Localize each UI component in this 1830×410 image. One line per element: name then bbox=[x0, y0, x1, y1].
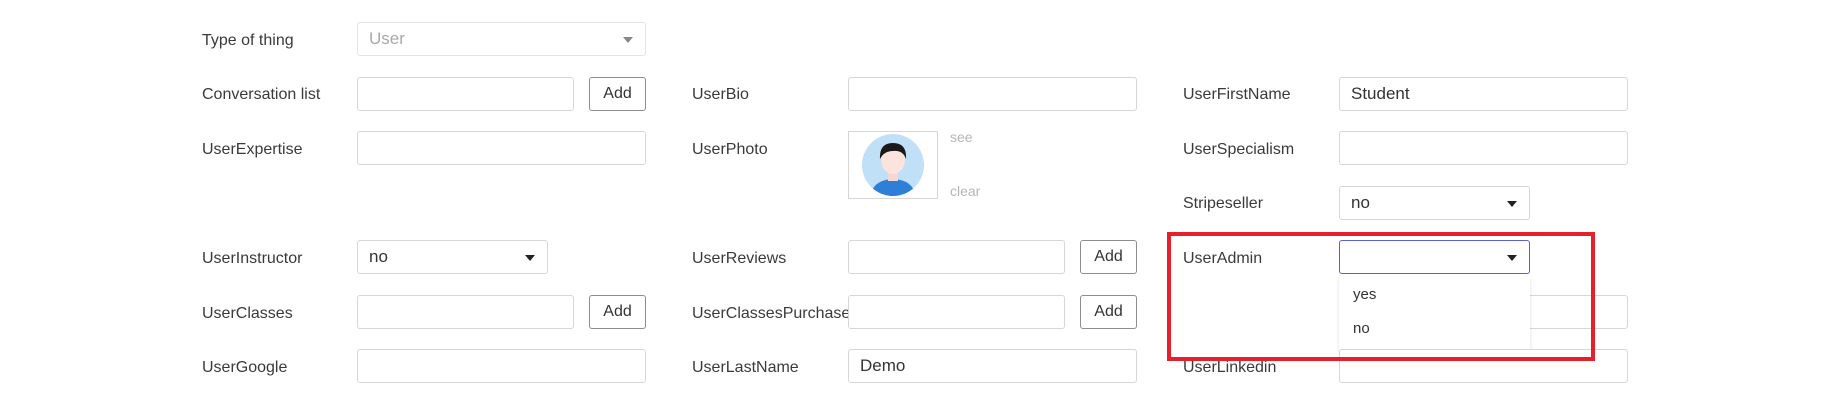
user-google-input[interactable] bbox=[357, 349, 646, 383]
user-classes-input[interactable] bbox=[357, 295, 574, 329]
user-photo-box[interactable] bbox=[848, 131, 938, 199]
user-reviews-input[interactable] bbox=[848, 240, 1065, 274]
chevron-down-icon bbox=[525, 255, 535, 261]
user-reviews-add-button[interactable]: Add bbox=[1080, 240, 1137, 274]
user-google-label: UserGoogle bbox=[202, 359, 288, 376]
conversation-list-add-button[interactable]: Add bbox=[589, 77, 646, 111]
user-first-name-input[interactable]: Student bbox=[1339, 77, 1628, 111]
conversation-list-label: Conversation list bbox=[202, 86, 321, 103]
user-classes-purchased-add-button[interactable]: Add bbox=[1080, 295, 1137, 329]
chevron-down-icon bbox=[623, 37, 633, 43]
highlight-box bbox=[1167, 232, 1595, 361]
user-last-name-input[interactable]: Demo bbox=[848, 349, 1137, 383]
user-first-name-label: UserFirstName bbox=[1183, 86, 1291, 103]
user-instructor-label: UserInstructor bbox=[202, 250, 303, 267]
user-classes-purchased-label: UserClassesPurchased bbox=[692, 305, 860, 322]
user-last-name-label: UserLastName bbox=[692, 359, 799, 376]
user-classes-purchased-input[interactable] bbox=[848, 295, 1065, 329]
user-specialism-label: UserSpecialism bbox=[1183, 141, 1295, 158]
user-bio-input[interactable] bbox=[848, 77, 1137, 111]
type-of-thing-value: User bbox=[369, 29, 405, 48]
stripeseller-value: no bbox=[1351, 193, 1370, 212]
user-reviews-label: UserReviews bbox=[692, 250, 787, 267]
stripeseller-label: Stripeseller bbox=[1183, 195, 1264, 212]
user-specialism-input[interactable] bbox=[1339, 131, 1628, 165]
user-expertise-input[interactable] bbox=[357, 131, 646, 165]
user-instructor-value: no bbox=[369, 247, 388, 266]
user-instructor-select[interactable]: no bbox=[357, 240, 548, 274]
user-expertise-label: UserExpertise bbox=[202, 141, 303, 158]
type-of-thing-select: User bbox=[357, 22, 646, 56]
user-photo-see-link[interactable]: see bbox=[950, 129, 973, 145]
avatar bbox=[862, 134, 924, 196]
type-of-thing-label: Type of thing bbox=[202, 32, 294, 49]
user-bio-label: UserBio bbox=[692, 86, 749, 103]
user-photo-clear-link[interactable]: clear bbox=[950, 183, 980, 199]
conversation-list-input[interactable] bbox=[357, 77, 574, 111]
user-classes-label: UserClasses bbox=[202, 305, 293, 322]
user-classes-add-button[interactable]: Add bbox=[589, 295, 646, 329]
user-linkedin-label: UserLinkedin bbox=[1183, 359, 1277, 376]
user-photo-label: UserPhoto bbox=[692, 141, 768, 158]
chevron-down-icon bbox=[1507, 201, 1517, 207]
stripeseller-select[interactable]: no bbox=[1339, 186, 1530, 220]
